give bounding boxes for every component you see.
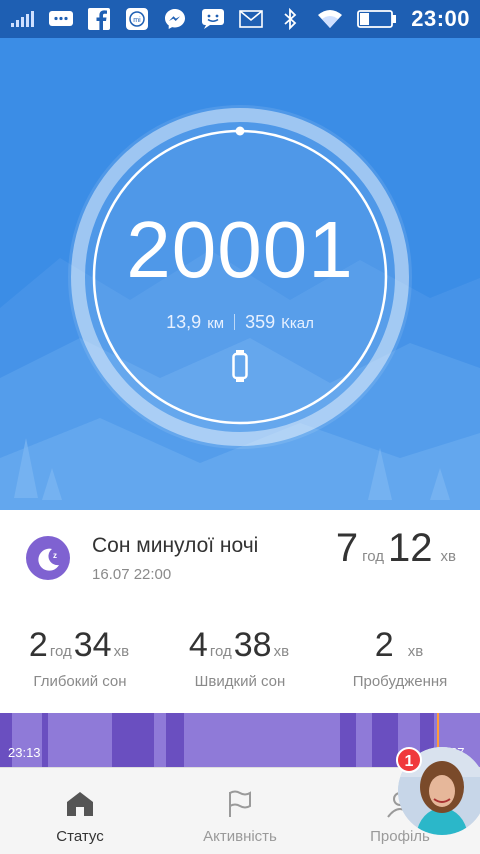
deep-minutes-unit: хв <box>113 643 130 660</box>
deep-sleep-segment <box>166 713 184 767</box>
tab-status-label: Статус <box>56 828 104 845</box>
rem-hours: 4 <box>188 626 208 664</box>
sleep-stats: 2 год 34 хв Глибокий сон 4 год 38 хв Шви… <box>0 618 480 708</box>
mi-fit-icon: mi <box>124 8 150 30</box>
signal-icon <box>10 8 36 30</box>
unread-badge: 1 <box>396 747 422 773</box>
tab-status[interactable]: Статус <box>0 768 160 854</box>
distance-unit: км <box>207 315 225 332</box>
awake-unit: хв <box>407 643 424 660</box>
awake-label: Пробудження <box>352 673 448 690</box>
rem-label: Швидкий сон <box>194 673 286 690</box>
sleep-date: 16.07 22:00 <box>92 566 172 583</box>
band-icon <box>232 350 248 382</box>
divider <box>234 314 236 330</box>
awake-stat: 2 хв Пробудження <box>320 626 480 690</box>
sleep-summary[interactable]: z Сон минулої ночі 16.07 22:00 7 год 12 … <box>0 510 480 604</box>
tab-activity[interactable]: Активність <box>160 768 320 854</box>
home-icon <box>64 788 96 820</box>
deep-hours: 2 <box>28 626 48 664</box>
total-hours: 7 <box>335 526 359 570</box>
svg-text:mi: mi <box>133 17 141 24</box>
total-minutes-unit: хв <box>440 548 456 565</box>
clock: 23:00 <box>411 6 470 31</box>
rem-sleep-stat: 4 год 38 хв Швидкий сон <box>160 626 320 690</box>
awake-value: 2 <box>374 626 394 664</box>
battery-icon <box>357 8 397 30</box>
wifi-icon <box>317 8 343 30</box>
deep-sleep-segment <box>372 713 398 767</box>
rem-minutes: 38 <box>233 626 272 664</box>
deep-sleep-segment <box>112 713 154 767</box>
facebook-icon <box>86 8 112 30</box>
rem-hours-unit: год <box>209 643 232 660</box>
calories-unit: Ккал <box>281 315 314 332</box>
distance-calories: 13,9 км 359 Ккал <box>0 312 480 333</box>
bluetooth-icon <box>277 8 303 30</box>
rem-minutes-unit: хв <box>273 643 290 660</box>
distance-value: 13,9 <box>166 312 202 332</box>
deep-label: Глибокий сон <box>33 673 127 690</box>
sleep-title: Сон минулої ночі <box>92 534 259 557</box>
total-hours-unit: год <box>362 548 385 565</box>
svg-text:z: z <box>53 551 57 560</box>
messenger-chat-head[interactable]: 1 <box>396 747 480 839</box>
chat-icon <box>200 8 226 30</box>
deep-hours-unit: год <box>49 643 72 660</box>
email-icon <box>238 8 264 30</box>
moon-icon: z <box>26 536 70 580</box>
deep-sleep-stat: 2 год 34 хв Глибокий сон <box>0 626 160 690</box>
deep-sleep-segment <box>340 713 356 767</box>
flag-icon <box>224 788 256 820</box>
step-count: 20001 <box>126 205 354 294</box>
tab-activity-label: Активність <box>203 828 277 845</box>
sleep-total: 7 год 12 хв <box>336 526 460 571</box>
status-bar: mi 23:00 <box>0 0 480 38</box>
deep-minutes: 34 <box>73 626 112 664</box>
total-minutes: 12 <box>388 526 433 570</box>
chart-start-time: 23:13 <box>8 745 41 760</box>
calories-value: 359 <box>245 312 276 332</box>
activity-summary-panel[interactable]: 20001 13,9 км 359 Ккал <box>0 38 480 510</box>
deep-sleep-segment <box>42 713 48 767</box>
messenger-icon <box>162 8 188 30</box>
message-icon <box>48 8 74 30</box>
